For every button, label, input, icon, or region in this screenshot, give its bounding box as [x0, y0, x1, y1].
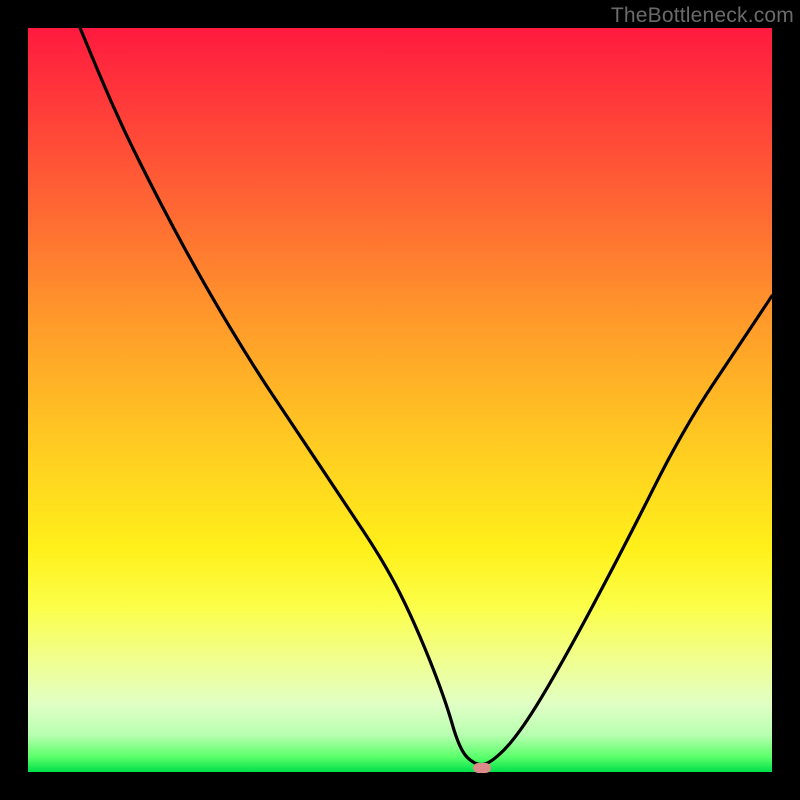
curve-svg — [28, 28, 772, 772]
plot-area — [28, 28, 772, 772]
bottleneck-curve-path — [80, 28, 772, 765]
bottleneck-marker — [473, 763, 491, 773]
watermark-text: TheBottleneck.com — [611, 4, 794, 28]
chart-container: TheBottleneck.com — [0, 0, 800, 800]
